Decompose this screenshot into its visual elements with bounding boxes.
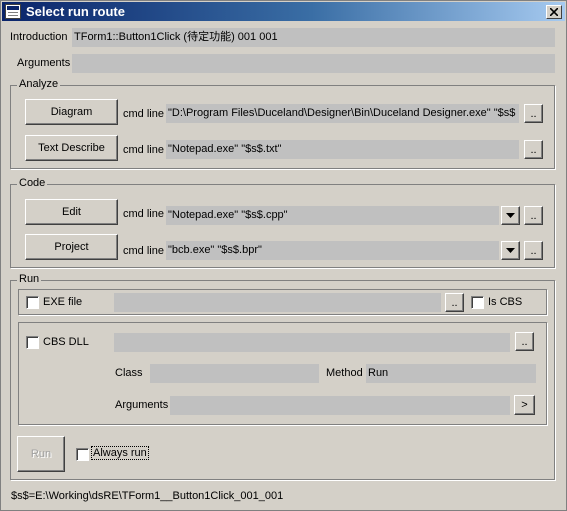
dialog-window: Select run route Introduction TForm1::Bu… <box>0 0 567 511</box>
window-title: Select run route <box>26 4 125 19</box>
is-cbs-label: Is CBS <box>488 296 523 308</box>
cbs-dll-checkbox[interactable] <box>26 336 39 349</box>
run-button[interactable]: Run <box>17 436 65 472</box>
cbs-dll-browse-button[interactable]: .. <box>515 332 534 351</box>
text-describe-browse-button[interactable]: .. <box>524 140 543 159</box>
arguments-label: Arguments <box>17 57 71 69</box>
project-browse-button[interactable]: .. <box>524 241 543 260</box>
text-describe-cmd-field[interactable]: "Notepad.exe" "$s$.txt" <box>166 140 519 159</box>
diagram-cmd-field[interactable]: "D:\Program Files\Duceland\Designer\Bin\… <box>166 104 519 123</box>
edit-dropdown-button[interactable] <box>501 206 520 225</box>
exe-file-browse-button[interactable]: .. <box>445 293 464 312</box>
code-legend: Code <box>17 177 48 189</box>
exe-file-checkbox[interactable] <box>26 296 39 309</box>
project-button[interactable]: Project <box>25 234 118 260</box>
method-label: Method <box>326 367 363 379</box>
class-field[interactable] <box>150 364 319 383</box>
cbs-arguments-go-button[interactable]: > <box>514 395 535 415</box>
is-cbs-checkbox[interactable] <box>471 296 484 309</box>
project-dropdown-button[interactable] <box>501 241 520 260</box>
chevron-down-icon <box>506 247 515 253</box>
edit-button[interactable]: Edit <box>25 199 118 225</box>
diagram-browse-button[interactable]: .. <box>524 104 543 123</box>
close-icon <box>550 8 558 16</box>
project-cmd-field[interactable]: "bcb.exe" "$s$.bpr" <box>166 241 499 260</box>
exe-file-field[interactable] <box>114 293 441 312</box>
always-run-checkbox[interactable] <box>76 448 89 461</box>
diagram-cmd-label: cmd line <box>123 108 164 120</box>
cbs-arguments-field[interactable] <box>170 396 510 415</box>
cbs-dll-field[interactable] <box>114 333 510 352</box>
edit-browse-button[interactable]: .. <box>524 206 543 225</box>
cbs-arguments-label: Arguments <box>115 399 169 411</box>
close-button[interactable] <box>546 5 562 19</box>
analyze-legend: Analyze <box>17 78 61 90</box>
class-label: Class <box>115 367 143 379</box>
always-run-label: Always run <box>91 446 149 460</box>
edit-cmd-field[interactable]: "Notepad.exe" "$s$.cpp" <box>166 206 499 225</box>
cbs-dll-label: CBS DLL <box>43 336 89 348</box>
title-bar[interactable]: Select run route <box>2 2 565 21</box>
chevron-down-icon <box>506 212 515 218</box>
exe-file-label: EXE file <box>43 296 83 308</box>
diagram-button[interactable]: Diagram <box>25 99 118 125</box>
run-legend: Run <box>17 273 42 285</box>
form-icon <box>5 4 21 19</box>
arguments-field[interactable] <box>72 54 555 73</box>
introduction-field[interactable]: TForm1::Button1Click (待定功能) 001 001 <box>72 28 555 47</box>
text-describe-button[interactable]: Text Describe <box>25 135 118 161</box>
introduction-label: Introduction <box>10 31 68 43</box>
project-cmd-label: cmd line <box>123 245 164 257</box>
text-describe-cmd-label: cmd line <box>123 144 164 156</box>
status-text: $s$=E:\Working\dsRE\TForm1__Button1Click… <box>11 490 284 502</box>
method-field[interactable]: Run <box>366 364 536 383</box>
edit-cmd-label: cmd line <box>123 208 164 220</box>
